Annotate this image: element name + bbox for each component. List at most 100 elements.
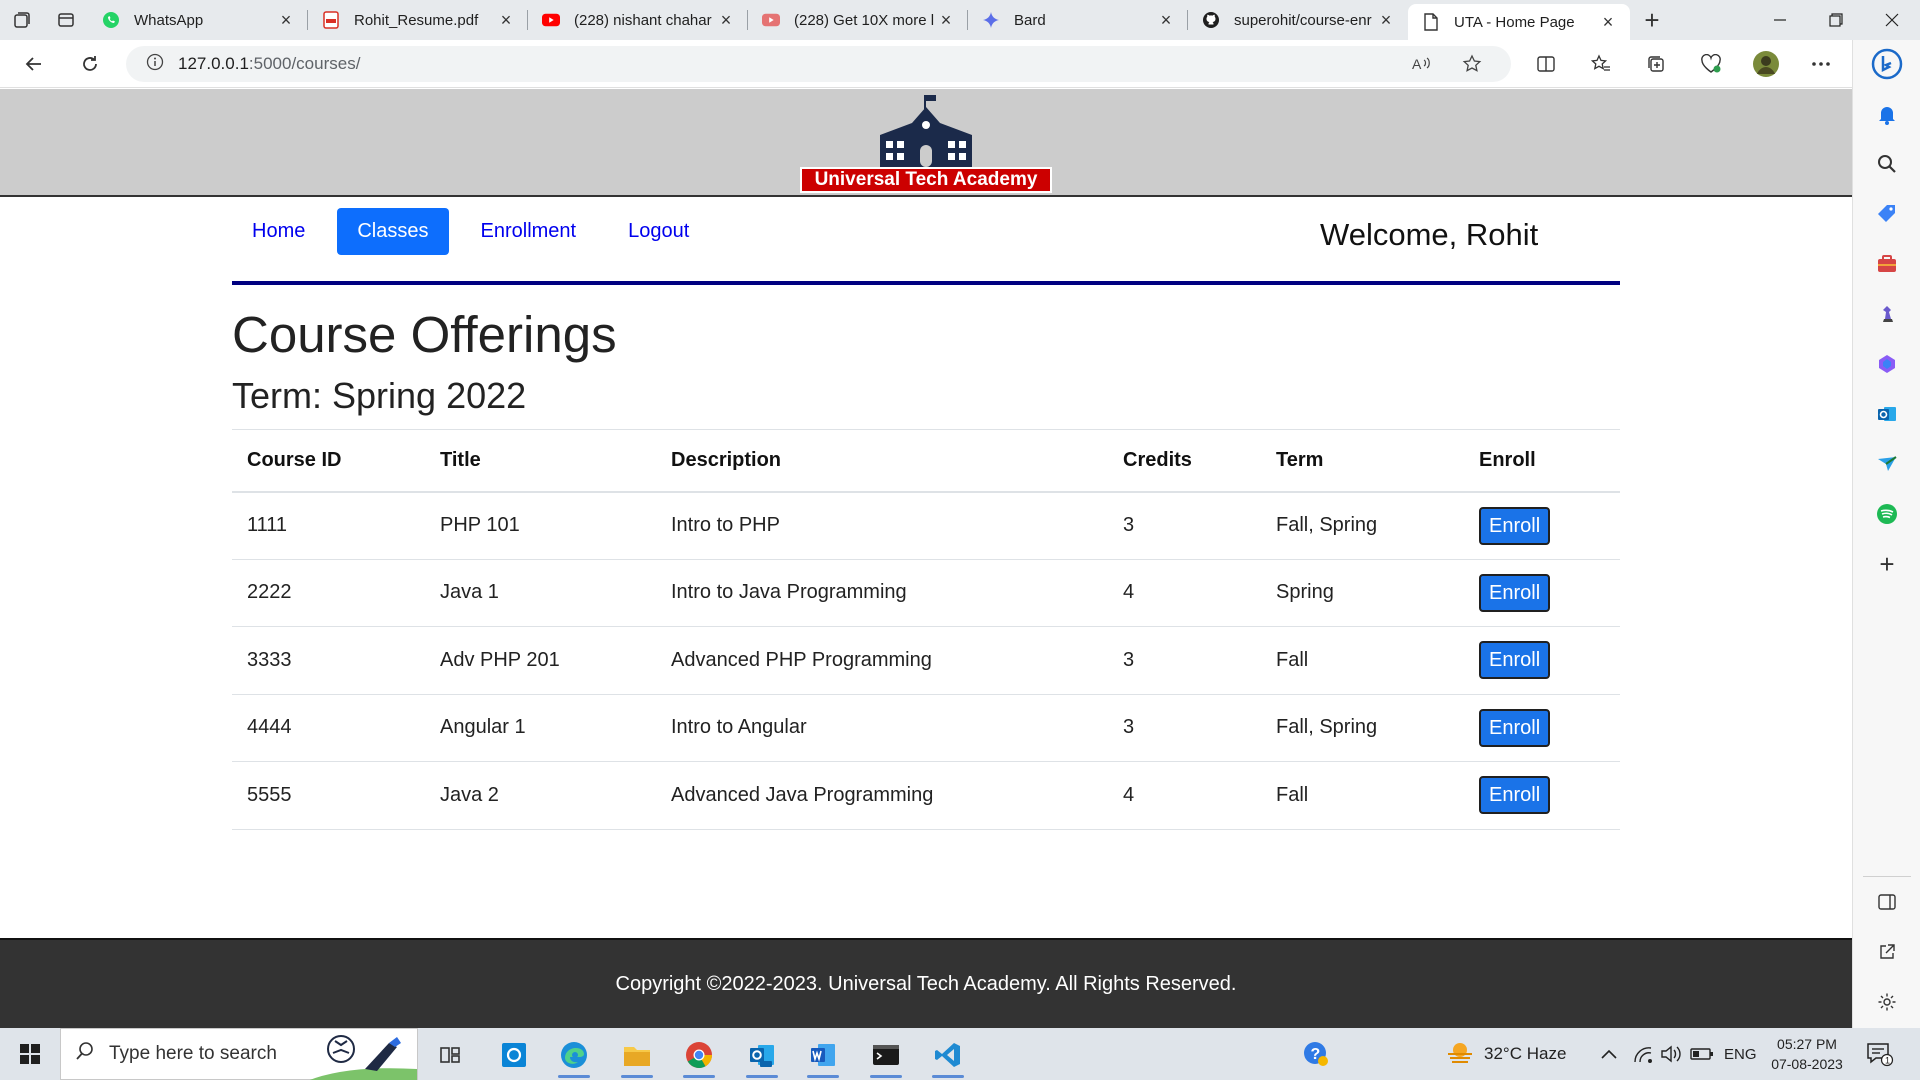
restore-icon[interactable]	[1808, 0, 1864, 40]
course-term: Fall	[1261, 761, 1464, 830]
tab-title: UTA - Home Page	[1454, 13, 1575, 31]
spotify-icon[interactable]	[1871, 498, 1903, 530]
course-term: Fall	[1261, 626, 1464, 695]
site-info-icon[interactable]	[146, 53, 164, 76]
close-icon[interactable]: ×	[1598, 12, 1618, 32]
site-footer: Copyright ©2022-2023. Universal Tech Aca…	[0, 938, 1852, 1028]
nav-logout[interactable]: Logout	[608, 208, 709, 255]
close-icon[interactable]: ×	[1376, 10, 1396, 30]
edge-browser-icon[interactable]	[552, 1034, 596, 1078]
nav-home[interactable]: Home	[232, 208, 325, 255]
close-icon[interactable]: ×	[1156, 10, 1176, 30]
volume-icon[interactable]	[1660, 1028, 1682, 1080]
term-heading: Term: Spring 2022	[232, 375, 527, 416]
search-icon	[75, 1041, 95, 1067]
help-icon[interactable]: ?	[1302, 1028, 1330, 1080]
word-icon[interactable]	[801, 1034, 845, 1078]
enroll-button[interactable]: Enroll	[1479, 776, 1551, 815]
nav-divider	[232, 281, 1620, 285]
nav-classes[interactable]: Classes	[337, 207, 449, 255]
table-row: 1111 PHP 101 Intro to PHP 3 Fall, Spring…	[232, 491, 1620, 560]
weather-widget[interactable]: 32°C Haze	[1446, 1028, 1566, 1080]
school-building-icon	[880, 95, 972, 167]
main-nav: Home Classes Enrollment Logout	[232, 205, 721, 257]
tools-briefcase-icon[interactable]	[1871, 248, 1903, 280]
notification-bell-icon[interactable]	[1871, 98, 1903, 130]
window-close-icon[interactable]	[1864, 0, 1920, 40]
table-header-row: Course ID Title Description Credits Term…	[232, 429, 1620, 493]
enroll-button[interactable]: Enroll	[1479, 506, 1551, 545]
browser-tab-whatsapp[interactable]: WhatsApp ×	[88, 0, 308, 40]
windows-start-icon[interactable]	[0, 1028, 60, 1080]
browser-tab-bard[interactable]: Bard ×	[968, 0, 1188, 40]
address-bar[interactable]: 127.0.0.1:5000/courses/ A	[126, 46, 1511, 82]
youtube-icon	[762, 11, 780, 29]
shopping-tag-icon[interactable]	[1871, 198, 1903, 230]
outlook-app-icon[interactable]	[740, 1034, 784, 1078]
close-icon[interactable]: ×	[716, 10, 736, 30]
outlook-icon[interactable]	[1871, 398, 1903, 430]
favorites-icon[interactable]	[1573, 44, 1628, 84]
read-aloud-icon[interactable]: A	[1397, 50, 1447, 78]
terminal-icon[interactable]	[864, 1034, 908, 1078]
column-header-title: Title	[425, 429, 656, 493]
browser-tab-youtube-1[interactable]: (228) nishant chahar ×	[528, 0, 748, 40]
microsoft-365-icon[interactable]	[1871, 348, 1903, 380]
course-description: Intro to Angular	[656, 694, 1108, 762]
workspaces-icon[interactable]	[0, 0, 44, 40]
tab-title: (228) nishant chahar	[574, 11, 712, 29]
tab-title: Bard	[1014, 11, 1046, 29]
course-credits: 4	[1108, 559, 1261, 627]
browser-tab-youtube-2[interactable]: (228) Get 10X more l ×	[748, 0, 968, 40]
taskbar-clock[interactable]: 05:27 PM 07-08-2023	[1762, 1034, 1852, 1074]
add-sidebar-app-icon[interactable]: +	[1871, 548, 1903, 580]
task-view-icon[interactable]	[428, 1034, 472, 1076]
battery-icon[interactable]	[1690, 1028, 1714, 1080]
search-icon[interactable]	[1871, 148, 1903, 180]
minimize-icon[interactable]	[1752, 0, 1808, 40]
taskbar-search[interactable]: Type here to search	[60, 1028, 418, 1080]
chrome-icon[interactable]	[677, 1034, 721, 1078]
refresh-icon[interactable]	[68, 44, 112, 84]
page-icon	[1422, 13, 1440, 31]
close-icon[interactable]: ×	[276, 10, 296, 30]
network-icon[interactable]	[1632, 1028, 1654, 1080]
favorite-star-icon[interactable]	[1447, 50, 1497, 78]
nav-enrollment[interactable]: Enrollment	[461, 208, 597, 255]
vscode-icon[interactable]	[926, 1034, 970, 1078]
split-screen-icon[interactable]	[1518, 44, 1573, 84]
new-tab-button[interactable]: +	[1630, 0, 1674, 40]
close-icon[interactable]: ×	[936, 10, 956, 30]
column-header-course-id: Course ID	[232, 429, 425, 493]
open-external-icon[interactable]	[1871, 936, 1903, 968]
enroll-button[interactable]: Enroll	[1479, 708, 1551, 747]
collections-icon[interactable]	[1628, 44, 1683, 84]
notification-center-icon[interactable]: 1	[1866, 1028, 1894, 1080]
hide-sidebar-icon[interactable]	[1871, 886, 1903, 918]
enroll-button[interactable]: Enroll	[1479, 573, 1551, 612]
show-hidden-icons[interactable]	[1600, 1028, 1618, 1080]
bing-copilot-icon[interactable]	[1871, 48, 1903, 80]
toolbar-actions	[1518, 44, 1848, 84]
enroll-cell: Enroll	[1464, 491, 1620, 560]
games-chess-icon[interactable]	[1871, 298, 1903, 330]
drop-send-icon[interactable]	[1871, 448, 1903, 480]
browser-tab-github[interactable]: superohit/course-enr ×	[1188, 0, 1408, 40]
browser-tab-uta-home[interactable]: UTA - Home Page ×	[1408, 4, 1630, 40]
close-icon[interactable]: ×	[496, 10, 516, 30]
profile-avatar[interactable]	[1738, 44, 1793, 84]
browser-toolbar: 127.0.0.1:5000/courses/ A	[0, 40, 1920, 88]
cortana-store-icon[interactable]	[492, 1034, 536, 1076]
language-indicator[interactable]: ENG	[1724, 1028, 1757, 1080]
file-explorer-icon[interactable]	[615, 1034, 659, 1078]
enroll-button[interactable]: Enroll	[1479, 641, 1551, 680]
back-icon[interactable]	[12, 44, 56, 84]
site-logo[interactable]: Universal Tech Academy	[800, 93, 1052, 193]
settings-gear-icon[interactable]	[1871, 986, 1903, 1018]
tab-actions-icon[interactable]	[44, 0, 88, 40]
more-options-icon[interactable]	[1793, 44, 1848, 84]
course-term: Fall, Spring	[1261, 694, 1464, 762]
browser-tab-resume[interactable]: Rohit_Resume.pdf ×	[308, 0, 528, 40]
course-title: PHP 101	[425, 491, 656, 560]
browser-essentials-icon[interactable]	[1683, 44, 1738, 84]
